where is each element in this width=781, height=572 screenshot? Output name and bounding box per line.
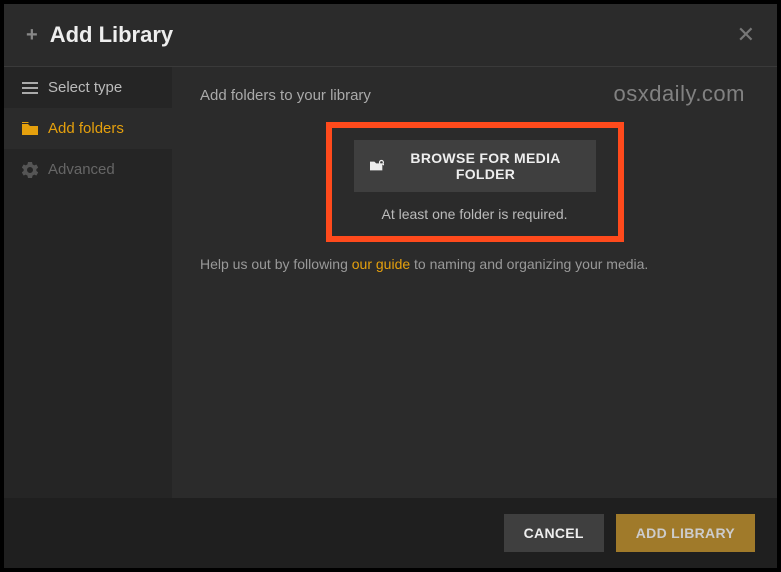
dialog-header: + Add Library ✕ [4,4,777,67]
close-button[interactable]: ✕ [737,22,755,48]
add-library-dialog: + Add Library ✕ Select type Add folders … [4,4,777,568]
sidebar-item-label: Select type [48,79,122,96]
sidebar: Select type Add folders Advanced [4,67,172,498]
sidebar-item-advanced[interactable]: Advanced [4,149,172,190]
main-panel: osxdaily.com Add folders to your library… [172,67,777,498]
help-prefix: Help us out by following [200,256,352,272]
sidebar-item-select-type[interactable]: Select type [4,67,172,108]
dialog-footer: CANCEL ADD LIBRARY [4,498,777,568]
help-text: Help us out by following our guide to na… [200,256,749,272]
browse-for-media-folder-button[interactable]: BROWSE FOR MEDIA FOLDER [354,140,596,192]
sidebar-item-add-folders[interactable]: Add folders [4,108,172,149]
folder-search-icon [370,159,384,173]
browse-button-label: BROWSE FOR MEDIA FOLDER [392,150,580,182]
help-suffix: to naming and organizing your media. [410,256,648,272]
dialog-title: Add Library [50,22,173,48]
required-text: At least one folder is required. [382,206,568,222]
sidebar-item-label: Advanced [48,161,115,178]
sidebar-item-label: Add folders [48,120,124,137]
highlight-box: BROWSE FOR MEDIA FOLDER At least one fol… [326,122,624,242]
gear-icon [22,162,38,178]
folder-icon [22,122,38,136]
watermark-text: osxdaily.com [613,81,745,107]
add-library-button[interactable]: ADD LIBRARY [616,514,755,552]
cancel-button[interactable]: CANCEL [504,514,604,552]
header-left: + Add Library [26,22,173,48]
dialog-body: Select type Add folders Advanced osxdail… [4,67,777,498]
plus-icon: + [26,24,38,47]
list-icon [22,81,38,95]
close-icon: ✕ [737,22,755,47]
our-guide-link[interactable]: our guide [352,256,410,272]
